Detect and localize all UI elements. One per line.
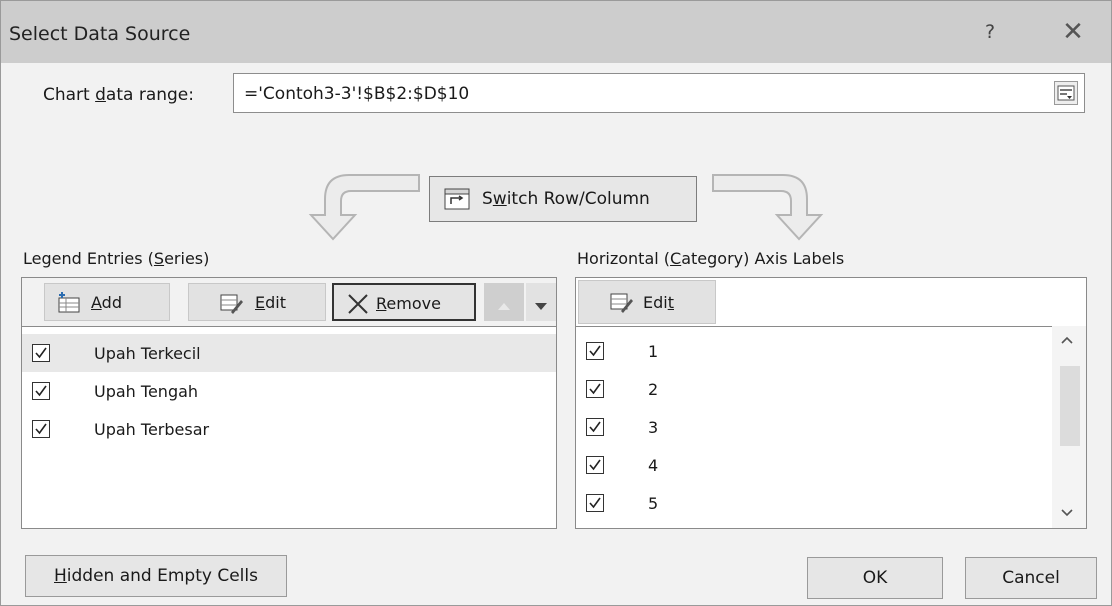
title-bar: Select Data Source ? ✕ [1,1,1111,63]
list-item-axis-label[interactable]: 4 [576,446,1052,484]
scroll-up-icon[interactable] [1060,334,1074,349]
series-checkbox[interactable] [32,382,50,400]
list-item-series[interactable]: Upah Terkecil [22,334,556,372]
ok-button[interactable]: OK [807,557,943,599]
collapse-dialog-icon[interactable] [1054,81,1078,105]
cancel-button[interactable]: Cancel [965,557,1097,599]
axis-list-scrollbar[interactable] [1052,326,1086,528]
edit-series-button[interactable]: Edit [188,283,326,321]
switch-row-column-label: Switch Row/Column [482,189,650,209]
add-series-icon [57,292,81,318]
edit-icon [219,292,243,318]
series-checkbox[interactable] [32,344,50,362]
list-item-series[interactable]: Upah Tengah [22,372,556,410]
left-curved-arrow-icon [308,174,420,241]
close-button[interactable]: ✕ [1053,17,1093,49]
scroll-down-icon[interactable] [1060,507,1074,522]
help-button[interactable]: ? [976,21,1004,47]
move-down-icon [534,297,548,316]
axis-toolbar: Edit [576,278,1086,327]
add-series-button[interactable]: Add [44,283,170,321]
select-data-source-dialog: Select Data Source ? ✕ Chart data range:… [0,0,1112,606]
axis-label-checkbox[interactable] [586,418,604,436]
hidden-and-empty-cells-button[interactable]: Hidden and Empty Cells [25,555,287,597]
edit-icon [609,291,633,317]
list-item-axis-label[interactable]: 2 [576,370,1052,408]
axis-label-checkbox[interactable] [586,456,604,474]
chart-data-range-label: Chart data range: [43,85,194,105]
move-down-button[interactable] [526,283,556,321]
move-up-button[interactable] [484,283,524,321]
switch-icon [444,188,470,214]
move-up-icon [497,296,511,315]
legend-entries-panel: Add Edit Remove Upah Terkecil Upah Tenga… [21,277,557,529]
axis-labels-label: Horizontal (Category) Axis Labels [577,249,845,268]
axis-label-checkbox[interactable] [586,494,604,512]
axis-label-checkbox[interactable] [586,380,604,398]
list-item-axis-label[interactable]: 1 [576,332,1052,370]
list-item-axis-label[interactable]: 5 [576,484,1052,522]
switch-row-column-button[interactable]: Switch Row/Column [429,176,697,222]
list-item-series[interactable]: Upah Terbesar [22,410,556,448]
dialog-title: Select Data Source [9,23,191,45]
list-item-axis-label[interactable]: 3 [576,408,1052,446]
axis-label-checkbox[interactable] [586,342,604,360]
legend-toolbar: Add Edit Remove [22,278,556,327]
chart-data-range-input[interactable]: ='Contoh3-3'!$B$2:$D$10 [233,73,1085,113]
remove-icon [346,293,370,319]
right-curved-arrow-icon [712,174,824,241]
series-checkbox[interactable] [32,420,50,438]
legend-entries-label: Legend Entries (Series) [23,249,210,268]
axis-labels-panel: Edit 1 2 3 4 5 [575,277,1087,529]
edit-axis-labels-button[interactable]: Edit [578,280,716,324]
scroll-thumb[interactable] [1060,366,1080,446]
remove-series-button[interactable]: Remove [332,283,476,321]
chart-data-range-value: ='Contoh3-3'!$B$2:$D$10 [244,84,470,104]
